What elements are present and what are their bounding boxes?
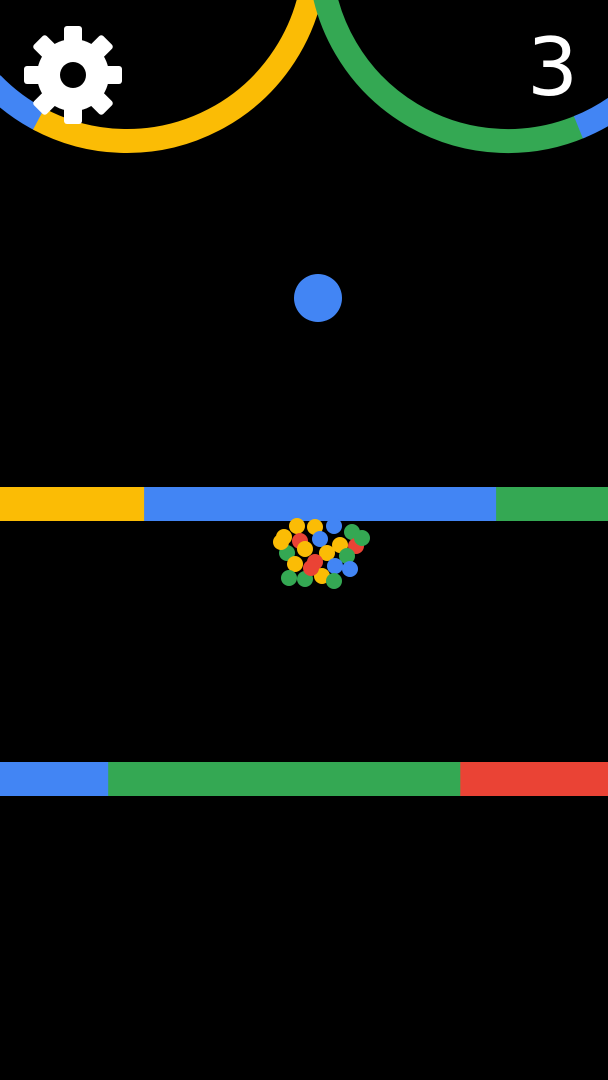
settings-button[interactable] — [22, 24, 124, 126]
burst-particle — [303, 560, 319, 576]
upper-bar-segment-green — [496, 487, 608, 521]
lower-bar-segment-green — [108, 762, 461, 796]
right-ring-segment-blue — [573, 97, 608, 139]
upper-bar-segment-blue — [144, 487, 497, 521]
upper-color-bar-obstacle — [0, 487, 608, 521]
upper-bar-segment-yellow — [0, 487, 145, 521]
gear-tooth — [24, 66, 46, 84]
burst-particle — [287, 556, 303, 572]
burst-particle — [327, 558, 343, 574]
player-ball — [294, 274, 342, 322]
score-counter: 3 — [527, 21, 578, 114]
gear-icon — [24, 26, 122, 124]
burst-particle — [289, 518, 305, 534]
gear-tooth — [64, 26, 82, 48]
particle-burst — [273, 518, 370, 589]
gear-tooth — [64, 102, 82, 124]
burst-particle — [273, 534, 289, 550]
lower-bar-segment-blue — [0, 762, 109, 796]
lower-color-bar-obstacle — [0, 762, 608, 796]
burst-particle — [326, 518, 342, 534]
game-scene[interactable] — [0, 0, 608, 1080]
gear-tooth — [100, 66, 122, 84]
burst-particle — [281, 570, 297, 586]
burst-particle — [354, 530, 370, 546]
burst-particle — [312, 531, 328, 547]
burst-particle — [342, 561, 358, 577]
burst-particle — [297, 541, 313, 557]
lower-bar-segment-red — [460, 762, 608, 796]
game-screen[interactable]: 3 — [0, 0, 608, 1080]
burst-particle — [326, 573, 342, 589]
